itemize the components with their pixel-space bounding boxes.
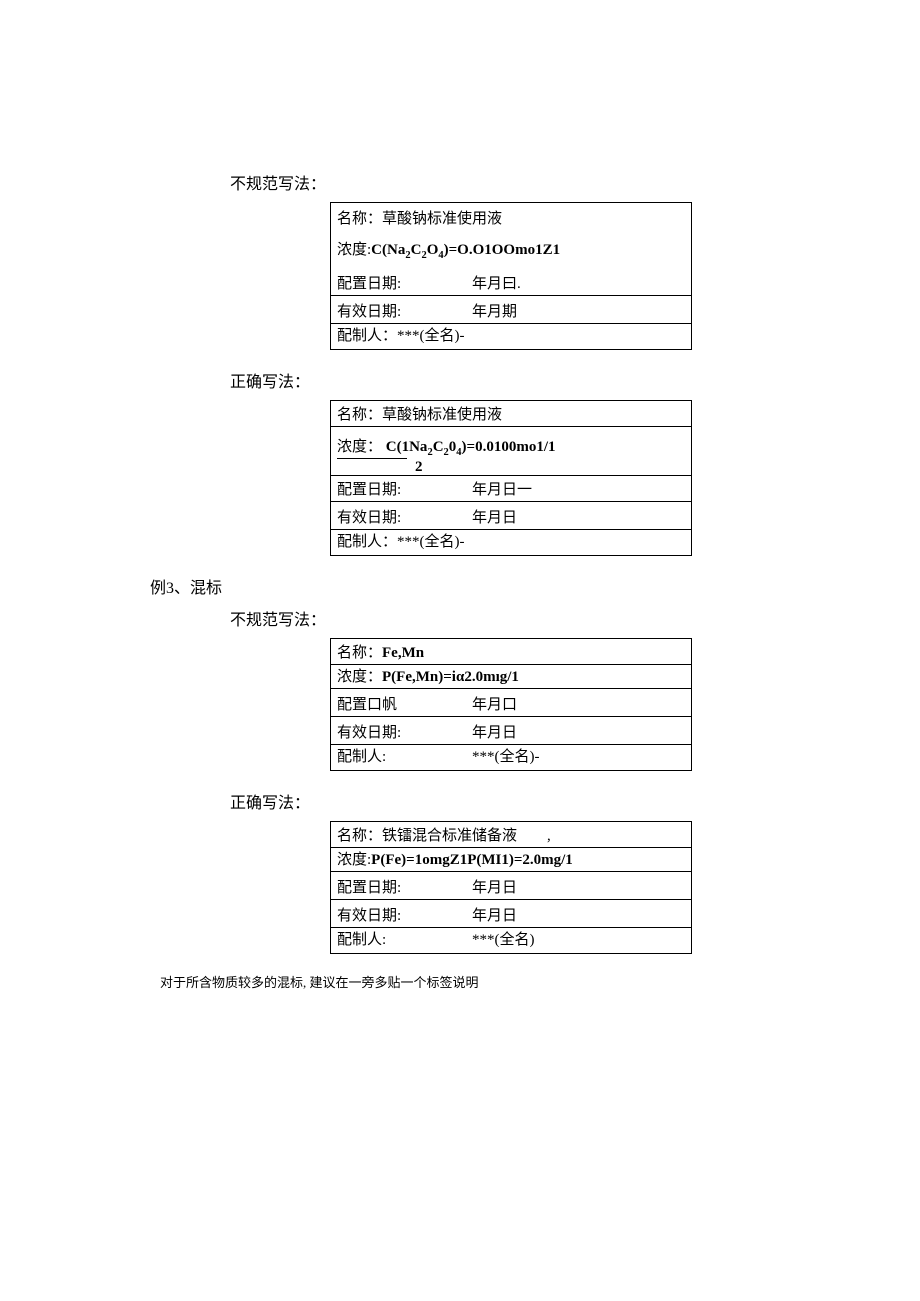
- box1-prepdate: 配置日期: 年月曰.: [331, 272, 691, 296]
- label-box-2: 名称：草酸钠标准使用液 浓度： C(1Na2C204)=0.0100mo1/1 …: [330, 400, 692, 557]
- prepdate-value: 年月曰.: [472, 274, 685, 295]
- box3-preparer: 配制人: ***(全名)-: [331, 745, 691, 770]
- label-box-3: 名称：Fe,Mn 浓度：P(Fe,Mn)=iα2.0mıg/1 配置口帆 年月口…: [330, 638, 692, 771]
- preparer-label: 配制人:: [337, 930, 472, 951]
- box2-denominator: 2: [331, 459, 691, 477]
- box4-name: 名称：铁镭混合标准储备液 ,: [331, 822, 691, 848]
- preparer-value: ***(全名)-: [472, 747, 685, 768]
- prepdate-label: 配置日期:: [337, 480, 472, 501]
- expiry-value: 年月日: [472, 906, 685, 927]
- box1-conc: 浓度:C(Na2C2O4)=O.O1OOmo1Z1: [331, 232, 691, 272]
- box2-conc: 浓度： C(1Na2C204)=0.0100mo1/1: [331, 427, 691, 459]
- expiry-label: 有效日期:: [337, 302, 472, 323]
- correct-heading-1: 正确写法：: [230, 368, 770, 392]
- prepdate-label: 配置口帆: [337, 695, 472, 716]
- conc-pre: C(1Na: [386, 439, 428, 455]
- irregular-heading-2: 不规范写法：: [230, 606, 770, 630]
- box1-name: 名称：草酸钠标准使用液: [331, 203, 691, 232]
- box4-conc: 浓度:P(Fe)=1omgZ1P(MI1)=2.0mg/1: [331, 848, 691, 872]
- box3-conc: 浓度：P(Fe,Mn)=iα2.0mıg/1: [331, 665, 691, 689]
- preparer-label: 配制人:: [337, 747, 472, 768]
- conc-mid: C: [411, 242, 422, 258]
- prepdate-value: 年月日一: [472, 480, 685, 501]
- box4-preparer: 配制人: ***(全名): [331, 928, 691, 953]
- box2-preparer: 配制人：***(全名)-: [331, 530, 691, 555]
- box4-expiry: 有效日期: 年月日: [331, 904, 691, 928]
- box1-expiry: 有效日期: 年月期: [331, 300, 691, 324]
- irregular-heading-1: 不规范写法：: [230, 170, 770, 194]
- expiry-label: 有效日期:: [337, 906, 472, 927]
- box3-name: 名称：Fe,Mn: [331, 639, 691, 665]
- prepdate-label: 配置日期:: [337, 878, 472, 899]
- conc-mid: C: [433, 439, 444, 455]
- conc-post: )=0.0100mo1/1: [462, 439, 556, 455]
- box3-prepdate: 配置口帆 年月口: [331, 693, 691, 717]
- prepdate-value: 年月口: [472, 695, 685, 716]
- example3-heading: 例3、混标: [150, 574, 770, 598]
- label-box-1: 名称：草酸钠标准使用液 浓度:C(Na2C2O4)=O.O1OOmo1Z1 配置…: [330, 202, 692, 350]
- correct-heading-2: 正确写法：: [230, 789, 770, 813]
- conc-prefix: 浓度:: [337, 242, 371, 258]
- footer-note: 对于所含物质较多的混标, 建议在一旁多贴一个标签说明: [160, 972, 770, 991]
- conc-prefix: 浓度：: [337, 439, 382, 455]
- prepdate-label: 配置日期:: [337, 274, 472, 295]
- prepdate-value: 年月日: [472, 878, 685, 899]
- preparer-value: ***(全名): [472, 930, 685, 951]
- expiry-label: 有效日期:: [337, 723, 472, 744]
- expiry-value: 年月期: [472, 302, 685, 323]
- box1-preparer: 配制人：***(全名)-: [331, 324, 691, 349]
- box4-prepdate: 配置日期: 年月日: [331, 876, 691, 900]
- expiry-label: 有效日期:: [337, 508, 472, 529]
- conc-pre: C(Na: [371, 242, 405, 258]
- expiry-value: 年月日: [472, 508, 685, 529]
- box2-expiry: 有效日期: 年月日: [331, 506, 691, 530]
- box3-expiry: 有效日期: 年月日: [331, 721, 691, 745]
- box2-name: 名称：草酸钠标准使用液: [331, 401, 691, 427]
- box2-prepdate: 配置日期: 年月日一: [331, 478, 691, 502]
- conc-post: )=O.O1OOmo1Z1: [444, 242, 560, 258]
- name-prefix: 名称：: [337, 645, 382, 661]
- label-box-4: 名称：铁镭混合标准储备液 , 浓度:P(Fe)=1omgZ1P(MI1)=2.0…: [330, 821, 692, 954]
- expiry-value: 年月日: [472, 723, 685, 744]
